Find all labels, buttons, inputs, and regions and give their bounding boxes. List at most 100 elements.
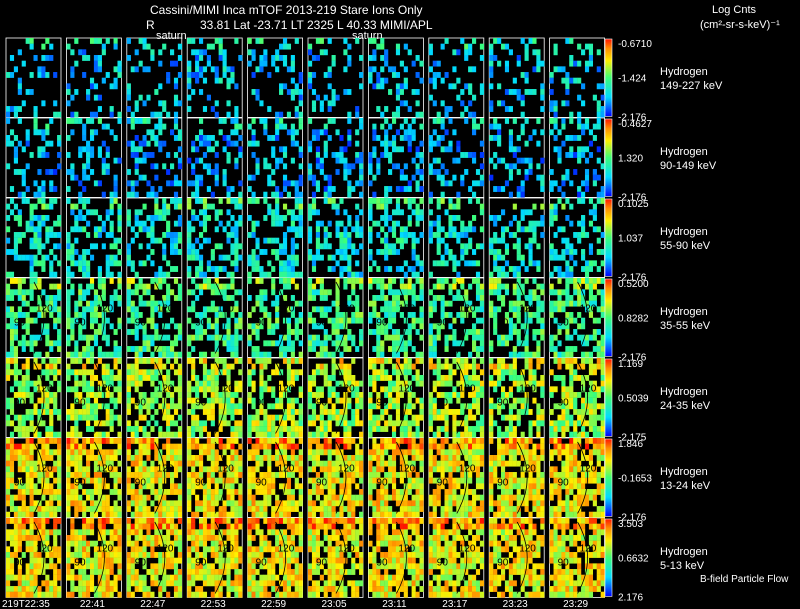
heatmap-cell	[57, 449, 62, 456]
heatmap-cell	[500, 266, 506, 272]
heatmap-cell	[565, 300, 570, 307]
heatmap-cell	[126, 397, 131, 404]
heatmap-cell	[311, 409, 317, 415]
heatmap-cell	[150, 220, 155, 227]
heatmap-cell	[158, 351, 163, 358]
heatmap-cell	[343, 334, 348, 341]
heatmap-cell	[415, 146, 420, 153]
heatmap-cell	[440, 254, 445, 261]
heatmap-cell	[335, 169, 340, 175]
heatmap-cell	[464, 414, 469, 421]
heatmap-cell	[29, 466, 34, 473]
heatmap-cell	[173, 351, 179, 358]
heatmap-panel	[247, 37, 304, 118]
heatmap-cell	[45, 329, 50, 335]
heatmap-cell	[444, 431, 449, 438]
heatmap-cell	[49, 283, 54, 290]
heatmap-cell	[251, 72, 256, 78]
heatmap-cell	[142, 369, 147, 376]
heatmap-cell	[440, 375, 445, 381]
heatmap-cell	[359, 431, 364, 438]
heatmap-cell	[565, 72, 570, 78]
heatmap-cell	[444, 375, 449, 381]
heatmap-cell	[549, 431, 554, 438]
heatmap-cell	[259, 375, 264, 381]
heatmap-cell	[331, 386, 336, 393]
heatmap-cell	[109, 426, 114, 432]
heatmap-cell	[49, 271, 54, 278]
heatmap-cell	[53, 363, 58, 370]
heatmap-cell	[57, 358, 62, 364]
heatmap-cell	[475, 426, 481, 432]
heatmap-cell	[74, 494, 79, 501]
heatmap-cell	[577, 198, 582, 204]
heatmap-cell	[290, 278, 295, 284]
heatmap-cell	[448, 289, 453, 296]
heatmap-cell	[355, 111, 360, 118]
heatmap-cell	[528, 363, 533, 370]
heatmap-cell	[234, 334, 239, 341]
heatmap-cell	[206, 169, 211, 175]
heatmap-cell	[166, 180, 171, 187]
heatmap-cell	[569, 111, 574, 118]
heatmap-cell	[234, 289, 239, 296]
heatmap-cell	[117, 358, 122, 364]
heatmap-cell	[173, 111, 179, 118]
heatmap-cell	[359, 380, 364, 387]
heatmap-cell	[532, 129, 537, 136]
heatmap-cell	[255, 243, 260, 250]
heatmap-cell	[130, 426, 135, 432]
heatmap-cell	[331, 300, 336, 307]
heatmap-cell	[581, 431, 586, 438]
heatmap-cell	[146, 375, 151, 381]
heatmap-cell	[391, 386, 397, 393]
heatmap-cell	[460, 180, 465, 187]
heatmap-cell	[516, 94, 521, 101]
heatmap-cell	[565, 414, 570, 421]
heatmap-cell	[33, 271, 38, 278]
heatmap-cell	[177, 129, 182, 136]
heatmap-cell	[319, 169, 324, 175]
heatmap-panel: 90120	[186, 357, 243, 438]
heatmap-cell	[600, 431, 605, 438]
heatmap-cell	[569, 295, 574, 301]
heatmap-cell	[13, 351, 18, 358]
heatmap-cell	[528, 426, 533, 432]
heatmap-cell	[380, 409, 385, 415]
heatmap-cell	[311, 420, 317, 427]
heatmap-cell	[557, 152, 562, 158]
heatmap-cell	[251, 198, 256, 204]
heatmap-cell	[130, 140, 135, 147]
heatmap-cell	[158, 60, 163, 67]
heatmap-cell	[78, 266, 83, 272]
heatmap-cell	[33, 226, 38, 233]
heatmap-cell	[298, 203, 303, 210]
heatmap-cell	[195, 66, 200, 73]
heatmap-cell	[569, 317, 574, 324]
heatmap-cell	[158, 118, 163, 124]
heatmap-cell	[222, 266, 227, 272]
heatmap-cell	[93, 329, 99, 335]
heatmap-cell	[198, 329, 204, 335]
heatmap-cell	[109, 271, 114, 278]
heatmap-cell	[368, 403, 373, 410]
heatmap-cell	[452, 414, 457, 421]
heatmap-cell	[158, 363, 163, 370]
heatmap-panel: 90120	[247, 277, 304, 358]
heatmap-cell	[407, 198, 412, 204]
heatmap-cell	[247, 340, 252, 347]
heatmap-cell	[472, 363, 477, 370]
heatmap-cell	[41, 180, 46, 187]
heatmap-cell	[489, 72, 494, 78]
heatmap-cell	[279, 215, 284, 221]
heatmap-cell	[198, 232, 204, 238]
heatmap-cell	[388, 306, 393, 313]
heatmap-cell	[561, 118, 566, 124]
heatmap-cell	[202, 363, 208, 370]
heatmap-cell	[21, 300, 26, 307]
heatmap-cell	[493, 118, 498, 124]
heatmap-cell	[6, 414, 11, 421]
heatmap-cell	[298, 152, 303, 158]
heatmap-cell	[308, 414, 313, 421]
heatmap-cell	[308, 232, 313, 238]
